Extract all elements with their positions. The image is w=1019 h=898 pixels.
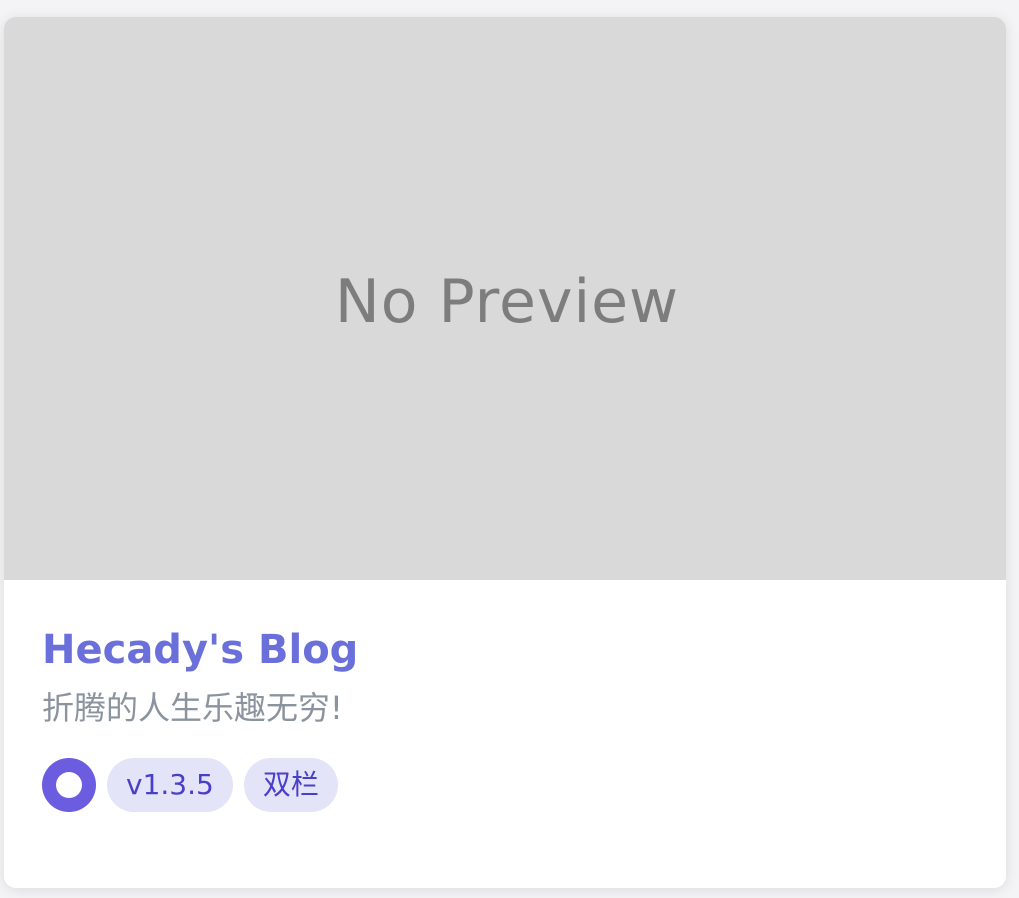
layout-tag: 双栏 <box>243 758 338 812</box>
status-ring-icon <box>42 758 96 812</box>
tag-list: v1.3.5 双栏 <box>42 758 968 812</box>
no-preview-label: No Preview <box>334 266 680 337</box>
card-body: Hecady's Blog 折腾的人生乐趣无穷! v1.3.5 双栏 <box>4 624 1006 812</box>
preview-image[interactable]: No Preview <box>4 17 1006 580</box>
blog-title-link[interactable]: Hecady's Blog <box>42 624 968 676</box>
blog-card[interactable]: No Preview Hecady's Blog 折腾的人生乐趣无穷! v1.3… <box>4 17 1006 888</box>
blog-description: 折腾的人生乐趣无穷! <box>42 689 343 727</box>
version-tag: v1.3.5 <box>107 758 233 812</box>
status-ring-inner <box>56 772 82 798</box>
